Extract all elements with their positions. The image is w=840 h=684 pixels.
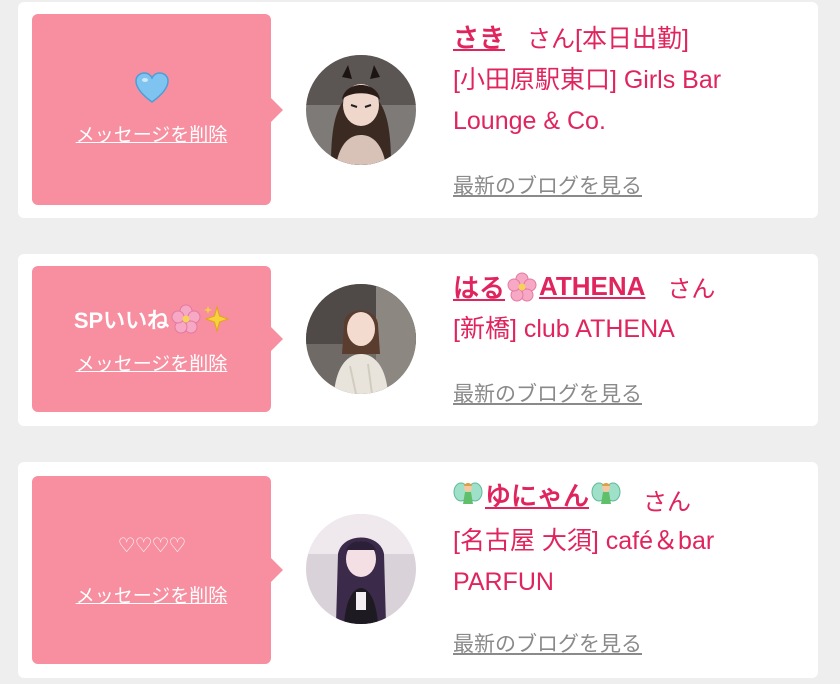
honorific: さん	[643, 487, 692, 516]
cast-info: さき さん [本日出勤] [小田原駅東口] Girls Bar Lounge &…	[453, 18, 813, 142]
message-bubble: メッセージを削除	[32, 14, 283, 205]
shop-name: [小田原駅東口] Girls Bar	[453, 66, 722, 94]
message-text: SPいいね	[73, 307, 170, 333]
fairy-icon	[591, 482, 621, 504]
list-item: ♡♡♡♡ メッセージを削除 ゆにゃん さん [名古屋 大須] café＆bar …	[18, 462, 818, 678]
cast-name-link[interactable]: ゆにゃん	[453, 476, 621, 513]
latest-blog-link[interactable]: 最新のブログを見る	[453, 628, 642, 658]
cast-name-link[interactable]: はる ATHENA	[453, 268, 645, 305]
shop-name: [新橋] club ATHENA	[453, 315, 675, 343]
cherry-blossom-icon	[507, 272, 537, 301]
blue-heart-icon	[134, 72, 169, 103]
delete-message-link[interactable]: メッセージを削除	[76, 581, 228, 608]
latest-blog-link[interactable]: 最新のブログを見る	[453, 378, 642, 408]
list-item: メッセージを削除 さき さん [本日出勤] [小田原駅東口] Girls Bar…	[18, 2, 818, 218]
list-item: SPいいね メッセージを削除 はる ATHENA さん [新橋] club AT…	[18, 254, 818, 426]
avatar[interactable]	[306, 284, 416, 394]
work-status: [本日出勤]	[575, 25, 689, 53]
avatar[interactable]	[306, 55, 416, 165]
cherry-blossom-icon	[171, 304, 201, 333]
sparkles-icon	[204, 304, 230, 333]
shop-name-cont: PARFUN	[453, 567, 554, 596]
message-content: SPいいね	[73, 303, 230, 335]
latest-blog-link[interactable]: 最新のブログを見る	[453, 170, 642, 200]
honorific: さん	[667, 275, 716, 303]
avatar[interactable]	[306, 514, 416, 624]
shop-name-cont: Lounge & Co.	[453, 107, 606, 135]
cast-info: はる ATHENA さん [新橋] club ATHENA	[453, 268, 813, 350]
message-bubble: SPいいね メッセージを削除	[32, 266, 283, 412]
message-content	[134, 72, 169, 104]
message-text: ♡♡♡♡	[117, 532, 187, 557]
cast-info: ゆにゃん さん [名古屋 大須] café＆bar PARFUN	[453, 476, 813, 603]
fairy-icon	[453, 482, 483, 504]
message-list: メッセージを削除 さき さん [本日出勤] [小田原駅東口] Girls Bar…	[0, 0, 840, 684]
delete-message-link[interactable]: メッセージを削除	[76, 120, 228, 147]
honorific: さん	[527, 25, 576, 53]
message-bubble: ♡♡♡♡ メッセージを削除	[32, 476, 283, 664]
cast-name-link[interactable]: さき	[453, 18, 505, 55]
shop-name: [名古屋 大須] café＆bar	[453, 526, 715, 555]
delete-message-link[interactable]: メッセージを削除	[76, 349, 228, 376]
